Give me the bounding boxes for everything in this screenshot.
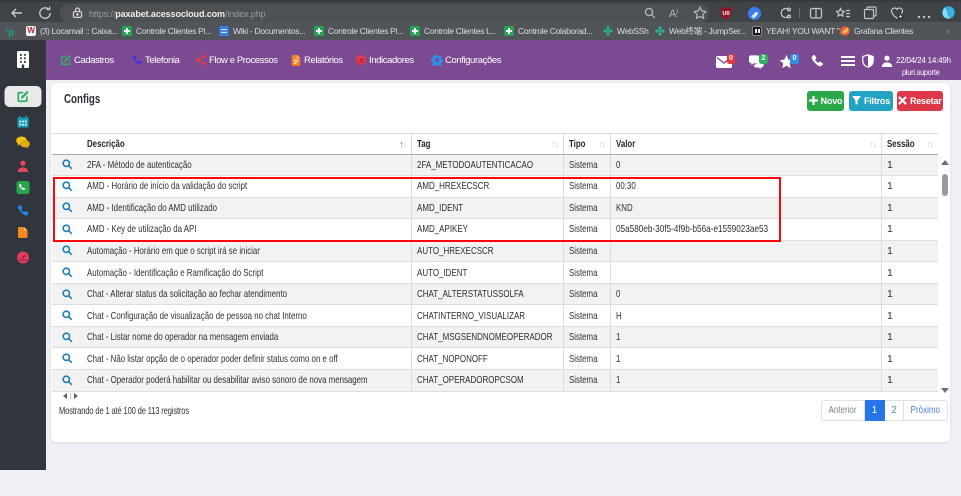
svg-text:U0: U0 [722,11,729,17]
svg-text:'p: 'p [6,27,14,37]
svg-text:): ) [676,9,678,15]
